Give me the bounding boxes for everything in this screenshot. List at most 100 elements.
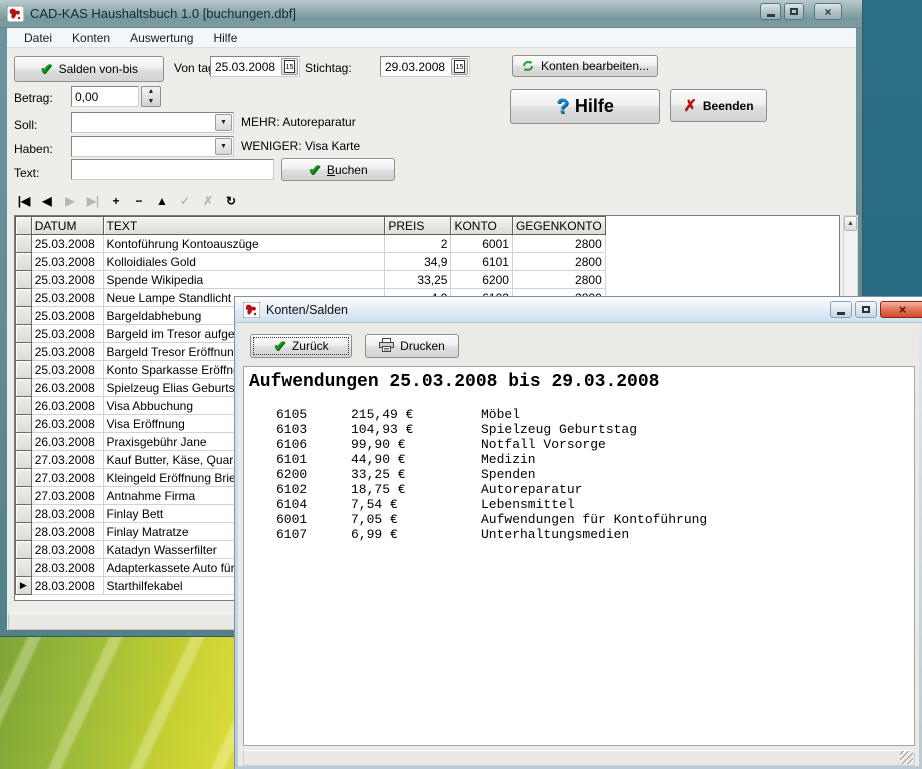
- cell-konto[interactable]: 6200: [451, 271, 513, 289]
- cell-datum[interactable]: 28.03.2008: [31, 523, 103, 541]
- cell-gegenkonto[interactable]: 2800: [512, 271, 605, 289]
- von-tag-calendar-button[interactable]: 15: [281, 58, 298, 75]
- resize-grip[interactable]: [900, 751, 913, 764]
- menu-item-auswertung[interactable]: Auswertung: [120, 28, 203, 47]
- minimize-button[interactable]: [760, 3, 781, 20]
- cell-konto[interactable]: 6001: [451, 235, 513, 253]
- cell-datum[interactable]: 27.03.2008: [31, 487, 103, 505]
- minimize-button[interactable]: [830, 301, 852, 318]
- stichtag-field[interactable]: 29.03.2008 15: [380, 56, 470, 77]
- cell-datum[interactable]: 26.03.2008: [31, 415, 103, 433]
- main-titlebar[interactable]: CAD-KAS Haushaltsbuch 1.0 [buchungen.dbf…: [0, 0, 862, 28]
- stichtag-calendar-button[interactable]: 15: [451, 58, 468, 75]
- text-label: Text:: [14, 166, 39, 180]
- von-tag-field[interactable]: 25.03.2008 15: [210, 56, 300, 77]
- zurueck-button[interactable]: ✔ Zurück: [250, 334, 352, 358]
- cell-datum[interactable]: 28.03.2008: [31, 541, 103, 559]
- nav-last-button[interactable]: ▶|: [85, 194, 101, 212]
- header-gegenkonto[interactable]: GEGENKONTO: [512, 217, 605, 235]
- weniger-text: WENIGER: Visa Karte: [241, 139, 360, 153]
- row-indicator: [16, 343, 32, 361]
- hilfe-button[interactable]: ? Hilfe: [510, 89, 660, 124]
- spin-down-icon: ▼: [142, 98, 160, 105]
- konten-bearbeiten-button[interactable]: Konten bearbeiten...: [512, 55, 658, 77]
- cell-datum[interactable]: 27.03.2008: [31, 451, 103, 469]
- cell-text[interactable]: Kolloidiales Gold: [103, 253, 385, 271]
- menu-item-hilfe[interactable]: Hilfe: [203, 28, 247, 47]
- report-konto: 6200: [276, 467, 351, 482]
- drucken-button[interactable]: Drucken: [365, 334, 459, 358]
- report-konto: 6101: [276, 452, 351, 467]
- report-konto-name: Spenden: [481, 467, 536, 482]
- cell-datum[interactable]: 25.03.2008: [31, 361, 103, 379]
- soll-combobox[interactable]: ▼: [71, 112, 234, 133]
- row-indicator: [16, 487, 32, 505]
- menu-item-datei[interactable]: Datei: [14, 28, 62, 47]
- cell-datum[interactable]: 26.03.2008: [31, 379, 103, 397]
- report-area: Aufwendungen 25.03.2008 bis 29.03.2008 6…: [243, 366, 915, 746]
- maximize-button[interactable]: [855, 301, 877, 318]
- dropdown-arrow-icon[interactable]: ▼: [215, 138, 232, 155]
- cell-preis[interactable]: 2: [385, 235, 451, 253]
- dropdown-arrow-icon[interactable]: ▼: [215, 114, 232, 131]
- cell-datum[interactable]: 25.03.2008: [31, 307, 103, 325]
- salden-von-bis-button[interactable]: ✔ Salden von-bis: [14, 56, 164, 82]
- cell-datum[interactable]: 25.03.2008: [31, 235, 103, 253]
- cell-konto[interactable]: 6101: [451, 253, 513, 271]
- cell-gegenkonto[interactable]: 2800: [512, 235, 605, 253]
- report-row: 6102 18,75 € Autoreparatur: [244, 482, 914, 497]
- mehr-text: MEHR: Autoreparatur: [241, 115, 356, 129]
- table-row[interactable]: 25.03.2008 Spende Wikipedia 33,25 6200 2…: [16, 271, 839, 289]
- table-row[interactable]: 25.03.2008 Kolloidiales Gold 34,9 6101 2…: [16, 253, 839, 271]
- cell-datum[interactable]: 25.03.2008: [31, 289, 103, 307]
- buchen-button[interactable]: ✔ Buchen: [281, 158, 395, 181]
- text-input[interactable]: [71, 159, 274, 180]
- nav-insert-button[interactable]: +: [108, 194, 124, 212]
- cell-text[interactable]: Kontoführung Kontoauszüge: [103, 235, 385, 253]
- nav-post-button[interactable]: ✓: [177, 194, 193, 212]
- cell-datum[interactable]: 27.03.2008: [31, 469, 103, 487]
- cell-datum[interactable]: 25.03.2008: [31, 343, 103, 361]
- close-button[interactable]: ×: [814, 3, 842, 20]
- cell-gegenkonto[interactable]: 2800: [512, 253, 605, 271]
- cell-datum[interactable]: 26.03.2008: [31, 397, 103, 415]
- main-window-title: CAD-KAS Haushaltsbuch 1.0 [buchungen.dbf…: [30, 6, 296, 21]
- nav-edit-button[interactable]: ▲: [154, 194, 170, 212]
- nav-delete-button[interactable]: −: [131, 194, 147, 212]
- report-konto: 6104: [276, 497, 351, 512]
- cell-text[interactable]: Spende Wikipedia: [103, 271, 385, 289]
- hilfe-label: Hilfe: [575, 96, 614, 117]
- nav-cancel-button[interactable]: ✗: [200, 194, 216, 212]
- betrag-spinner[interactable]: ▲ ▼: [141, 86, 161, 107]
- minimize-icon: [767, 14, 775, 17]
- header-text[interactable]: TEXT: [103, 217, 385, 235]
- cell-datum[interactable]: 25.03.2008: [31, 253, 103, 271]
- menu-item-konten[interactable]: Konten: [62, 28, 120, 47]
- table-row[interactable]: 25.03.2008 Kontoführung Kontoauszüge 2 6…: [16, 235, 839, 253]
- nav-prior-button[interactable]: ◀: [39, 194, 55, 212]
- close-button[interactable]: ×: [880, 301, 922, 318]
- header-filler: [605, 217, 838, 235]
- report-konto: 6001: [276, 512, 351, 527]
- report-row: 6001 7,05 € Aufwendungen für Kontoführun…: [244, 512, 914, 527]
- cell-datum[interactable]: 28.03.2008: [31, 577, 103, 595]
- cell-datum[interactable]: 26.03.2008: [31, 433, 103, 451]
- beenden-button[interactable]: ✗ Beenden: [670, 89, 767, 122]
- header-preis[interactable]: PREIS: [385, 217, 451, 235]
- cell-datum[interactable]: 28.03.2008: [31, 559, 103, 577]
- nav-next-button[interactable]: ▶: [62, 194, 78, 212]
- header-konto[interactable]: KONTO: [451, 217, 513, 235]
- cell-preis[interactable]: 34,9: [385, 253, 451, 271]
- header-datum[interactable]: DATUM: [31, 217, 103, 235]
- haben-combobox[interactable]: ▼: [71, 136, 234, 157]
- konten-salden-titlebar[interactable]: Konten/Salden ×: [235, 297, 922, 323]
- betrag-input[interactable]: [71, 86, 139, 107]
- nav-refresh-button[interactable]: ↻: [223, 194, 239, 212]
- cell-datum[interactable]: 25.03.2008: [31, 325, 103, 343]
- scroll-up-icon[interactable]: ▲: [844, 216, 857, 231]
- maximize-button[interactable]: [784, 3, 804, 20]
- cell-preis[interactable]: 33,25: [385, 271, 451, 289]
- nav-first-button[interactable]: |◀: [16, 194, 32, 212]
- cell-datum[interactable]: 25.03.2008: [31, 271, 103, 289]
- cell-datum[interactable]: 28.03.2008: [31, 505, 103, 523]
